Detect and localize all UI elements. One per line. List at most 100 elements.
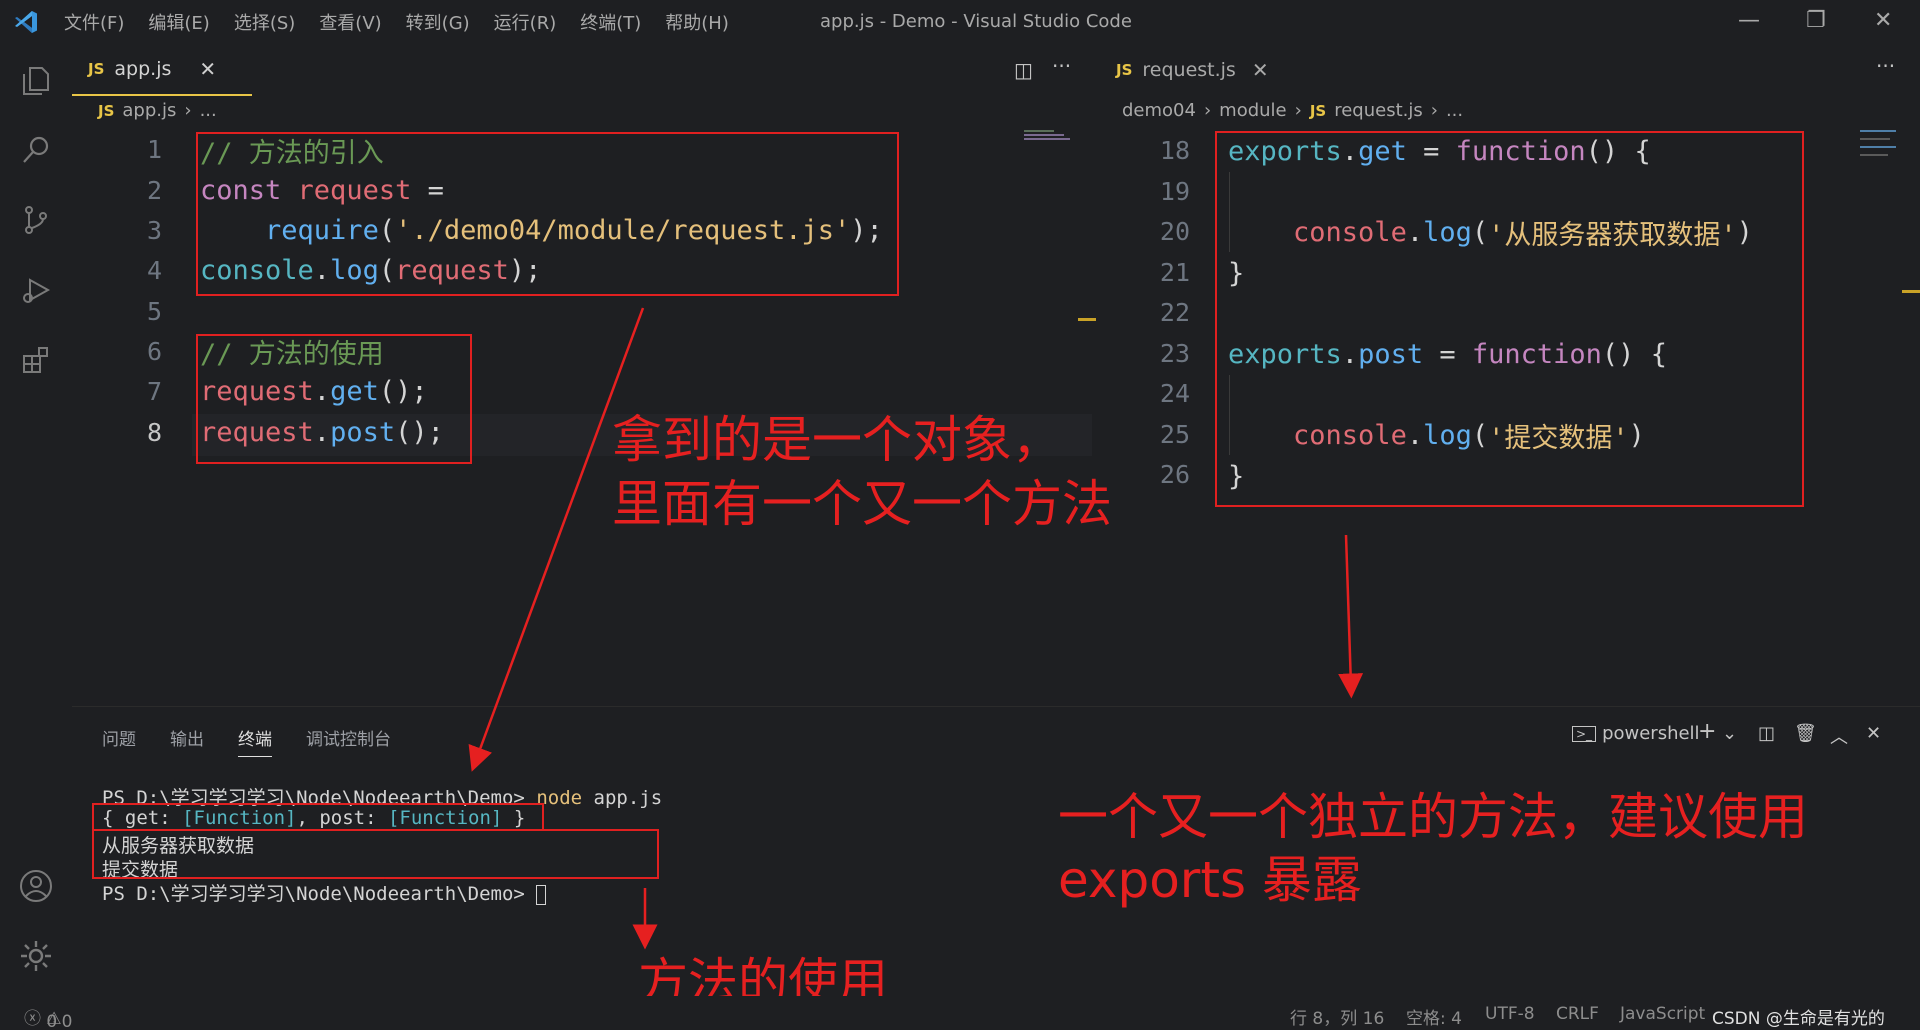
- left-tab-bar: JS app.js ✕ ◫ ···: [72, 44, 1098, 98]
- line-number: 20: [1159, 217, 1190, 246]
- line-number: 18: [1159, 136, 1190, 165]
- tab-request-js[interactable]: JS request.js ✕: [1100, 44, 1276, 96]
- highlight-box-usage: [196, 334, 472, 464]
- close-tab-icon[interactable]: ✕: [199, 57, 216, 81]
- breadcrumb-more[interactable]: ...: [200, 100, 217, 121]
- split-terminal-icon[interactable]: ◫: [1758, 723, 1775, 744]
- shell-name: powershell: [1602, 723, 1700, 744]
- menu-go[interactable]: 转到(G): [394, 9, 482, 35]
- line-number: 21: [1159, 258, 1190, 287]
- title-bar: 文件(F) 编辑(E) 选择(S) 查看(V) 转到(G) 运行(R) 终端(T…: [0, 0, 1920, 44]
- chevron-right-icon: ›: [184, 100, 192, 121]
- highlight-box-method-output: [92, 829, 659, 879]
- highlight-box-object-output: [92, 803, 544, 831]
- menu-edit[interactable]: 编辑(E): [136, 9, 221, 35]
- scrollbar-marker: [1902, 290, 1920, 293]
- tab-debug-console[interactable]: 调试控制台: [306, 725, 391, 757]
- line-number: 5: [146, 297, 162, 326]
- close-tab-icon[interactable]: ✕: [1252, 58, 1269, 82]
- annotation-exports-line2: exports 暴露: [1058, 851, 1362, 909]
- terminal-line-5: PS D:\学习学习学习\Node\Nodeearth\Demo>: [102, 879, 547, 906]
- scrollbar-marker: [1078, 318, 1096, 321]
- line-number: 3: [146, 216, 162, 245]
- encoding[interactable]: UTF-8: [1485, 1004, 1535, 1024]
- tab-label: request.js: [1142, 59, 1236, 81]
- menu-run[interactable]: 运行(R): [482, 9, 569, 35]
- command-arg: app.js: [593, 787, 663, 809]
- menu-help[interactable]: 帮助(H): [653, 9, 741, 35]
- more-actions-icon[interactable]: ···: [1876, 54, 1895, 78]
- warning-count-value: 0: [61, 1012, 73, 1030]
- explorer-icon[interactable]: [18, 62, 54, 98]
- breadcrumb: JS app.js › ...: [98, 100, 217, 121]
- tab-label: app.js: [114, 58, 172, 80]
- line-number: 24: [1159, 379, 1190, 408]
- line-ending[interactable]: CRLF: [1556, 1004, 1599, 1024]
- maximize-panel-icon[interactable]: ︿: [1830, 723, 1848, 749]
- breadcrumb-more[interactable]: ...: [1446, 100, 1463, 121]
- chevron-down-icon[interactable]: ⌄: [1722, 723, 1737, 744]
- breadcrumb-folder[interactable]: demo04: [1122, 100, 1196, 121]
- close-panel-icon[interactable]: ✕: [1866, 723, 1881, 744]
- cursor-position[interactable]: 行 8，列 16: [1290, 1004, 1384, 1029]
- close-window-icon[interactable]: ✕: [1874, 8, 1892, 33]
- line-number: 6: [146, 337, 162, 366]
- minimap[interactable]: [1024, 130, 1074, 144]
- extensions-icon[interactable]: [18, 342, 54, 378]
- tab-terminal[interactable]: 终端: [238, 725, 272, 757]
- trash-icon[interactable]: 🗑: [1794, 723, 1817, 744]
- right-editor-group: JS request.js ✕ ··· demo04 › module › JS…: [1100, 44, 1920, 706]
- line-number: 26: [1159, 460, 1190, 489]
- js-file-icon: JS: [1309, 101, 1327, 120]
- js-file-icon: JS: [1116, 61, 1133, 79]
- restore-icon[interactable]: ❐: [1806, 8, 1826, 33]
- error-count-value: 0: [46, 1012, 58, 1030]
- menu-view[interactable]: 查看(V): [307, 9, 393, 35]
- error-count[interactable]: ⓧ 0 ⚠ 0: [24, 1004, 72, 1030]
- line-number: 25: [1159, 420, 1190, 449]
- menu-file[interactable]: 文件(F): [52, 9, 136, 35]
- split-editor-icon[interactable]: ◫: [1014, 58, 1033, 82]
- breadcrumb-file[interactable]: request.js: [1334, 100, 1423, 121]
- panel-tabs: 问题 输出 终端 调试控制台: [102, 725, 391, 757]
- left-editor-group: JS app.js ✕ ◫ ··· JS app.js › ... 1 2 3 …: [72, 44, 1098, 706]
- terminal-selector[interactable]: >_ powershell: [1572, 723, 1700, 744]
- language-mode[interactable]: JavaScript: [1620, 1004, 1705, 1024]
- minimap[interactable]: [1860, 130, 1908, 180]
- search-icon[interactable]: [18, 132, 54, 168]
- line-number: 4: [146, 256, 162, 285]
- source-control-icon[interactable]: [18, 202, 54, 238]
- annotation-object-line2: 里面有一个又一个方法: [612, 475, 1112, 533]
- tab-app-js[interactable]: JS app.js ✕: [72, 44, 252, 96]
- add-terminal-icon[interactable]: +: [1698, 719, 1716, 744]
- line-number-active: 8: [146, 418, 162, 447]
- tab-problems[interactable]: 问题: [102, 725, 136, 757]
- menu-selection[interactable]: 选择(S): [222, 9, 307, 35]
- line-number: 19: [1159, 177, 1190, 206]
- activity-bar: [0, 44, 72, 1004]
- watermark: CSDN @生命是有光的: [1712, 1009, 1885, 1029]
- terminal-cursor: [536, 884, 547, 905]
- status-bar: ⓧ 0 ⚠ 0 行 8，列 16 空格: 4 UTF-8 CRLF JavaSc…: [0, 996, 1920, 1030]
- line-number: 1: [146, 135, 162, 164]
- highlight-box-import: [196, 132, 899, 296]
- account-icon[interactable]: [18, 868, 54, 904]
- right-tab-bar: JS request.js ✕ ···: [1100, 44, 1920, 98]
- window-title: app.js - Demo - Visual Studio Code: [820, 11, 1132, 32]
- more-actions-icon[interactable]: ···: [1052, 54, 1071, 78]
- tab-output[interactable]: 输出: [170, 725, 204, 757]
- bottom-panel: 问题 输出 终端 调试控制台 >_ powershell + ⌄ ◫ 🗑 ︿ ✕…: [72, 706, 1920, 996]
- settings-gear-icon[interactable]: [18, 938, 54, 974]
- menu-terminal[interactable]: 终端(T): [568, 9, 653, 35]
- breadcrumb-file[interactable]: app.js: [122, 100, 176, 121]
- indentation[interactable]: 空格: 4: [1406, 1004, 1462, 1029]
- menu-bar: 文件(F) 编辑(E) 选择(S) 查看(V) 转到(G) 运行(R) 终端(T…: [52, 9, 741, 35]
- line-number: 7: [146, 377, 162, 406]
- highlight-box-exports: [1215, 131, 1804, 507]
- prompt: PS D:\学习学习学习\Node\Nodeearth\Demo>: [102, 883, 525, 905]
- run-debug-icon[interactable]: [18, 272, 54, 308]
- line-number: 2: [146, 176, 162, 205]
- breadcrumb-folder[interactable]: module: [1219, 100, 1286, 121]
- minimize-icon[interactable]: —: [1738, 8, 1760, 33]
- chevron-right-icon: ›: [1430, 100, 1438, 121]
